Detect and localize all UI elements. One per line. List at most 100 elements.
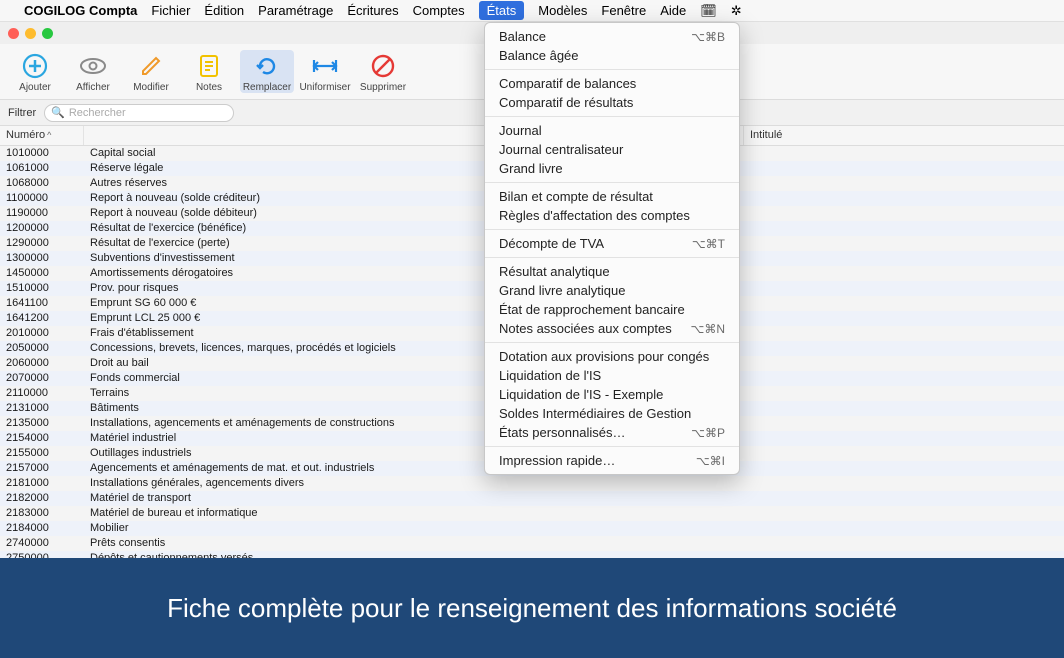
filter-label: Filtrer xyxy=(8,107,36,119)
cell-numero: 1290000 xyxy=(0,236,84,251)
cell-numero: 1510000 xyxy=(0,281,84,296)
tool-label: Remplacer xyxy=(243,82,291,93)
menu-item[interactable]: Journal xyxy=(485,121,739,140)
tool-modifier[interactable]: Modifier xyxy=(124,50,178,93)
zoom-button[interactable] xyxy=(42,28,53,39)
menu-ecritures[interactable]: Écritures xyxy=(347,3,398,18)
cell-numero: 1068000 xyxy=(0,176,84,191)
cell-libelle: Installations générales, agencements div… xyxy=(84,476,1064,491)
cell-libelle: Mobilier xyxy=(84,521,1064,536)
menu-item-label: Journal xyxy=(499,123,542,138)
menu-item-shortcut: ⌥⌘B xyxy=(691,30,725,44)
column-numero[interactable]: Numéro^ xyxy=(0,126,84,145)
tool-label: Ajouter xyxy=(19,82,51,93)
menu-item[interactable]: Dotation aux provisions pour congés xyxy=(485,347,739,366)
menu-edition[interactable]: Édition xyxy=(204,3,244,18)
menu-item-label: Grand livre analytique xyxy=(499,283,625,298)
caption-banner: Fiche complète pour le renseignement des… xyxy=(0,558,1064,658)
tool-label: Notes xyxy=(196,82,222,93)
menu-item-label: Grand livre xyxy=(499,161,563,176)
cell-numero: 1200000 xyxy=(0,221,84,236)
menu-item-label: Dotation aux provisions pour congés xyxy=(499,349,709,364)
cell-numero: 2183000 xyxy=(0,506,84,521)
cell-numero: 2010000 xyxy=(0,326,84,341)
menu-item-label: Notes associées aux comptes xyxy=(499,321,672,336)
cell-libelle: Prêts consentis xyxy=(84,536,1064,551)
tool-afficher[interactable]: Afficher xyxy=(66,50,120,93)
cell-numero: 1100000 xyxy=(0,191,84,206)
cell-numero: 2131000 xyxy=(0,401,84,416)
menu-comptes[interactable]: Comptes xyxy=(413,3,465,18)
cell-numero: 2050000 xyxy=(0,341,84,356)
cell-numero: 2184000 xyxy=(0,521,84,536)
menu-item-shortcut: ⌥⌘P xyxy=(691,426,725,440)
plus-icon xyxy=(19,50,51,82)
pencil-icon xyxy=(135,50,167,82)
gear-icon[interactable]: ✲ xyxy=(731,3,742,19)
menu-item[interactable]: Comparatif de résultats xyxy=(485,93,739,112)
cell-numero: 1641100 xyxy=(0,296,84,311)
cell-numero: 2157000 xyxy=(0,461,84,476)
table-row[interactable]: 2182000Matériel de transport xyxy=(0,491,1064,506)
menu-item[interactable]: Impression rapide…⌥⌘I xyxy=(485,451,739,470)
table-row[interactable]: 2181000Installations générales, agenceme… xyxy=(0,476,1064,491)
table-row[interactable]: 2184000Mobilier xyxy=(0,521,1064,536)
table-row[interactable]: 2183000Matériel de bureau et informatiqu… xyxy=(0,506,1064,521)
column-intitule[interactable]: Intitulé xyxy=(744,126,1064,145)
menu-item[interactable]: Comparatif de balances xyxy=(485,74,739,93)
tool-label: Afficher xyxy=(76,82,110,93)
cell-numero: 1641200 xyxy=(0,311,84,326)
minimize-button[interactable] xyxy=(25,28,36,39)
cell-numero: 2060000 xyxy=(0,356,84,371)
calendar-icon[interactable]: 🗓 xyxy=(700,3,717,19)
tool-notes[interactable]: Notes xyxy=(182,50,236,93)
window-controls xyxy=(8,28,53,39)
menu-item-shortcut: ⌥⌘N xyxy=(691,322,726,336)
tool-uniformiser[interactable]: Uniformiser xyxy=(298,50,352,93)
cell-numero: 1061000 xyxy=(0,161,84,176)
menubar: COGILOG Compta Fichier Édition Paramétra… xyxy=(0,0,1064,22)
menu-item[interactable]: Journal centralisateur xyxy=(485,140,739,159)
menu-item-label: Règles d'affectation des comptes xyxy=(499,208,690,223)
menu-modeles[interactable]: Modèles xyxy=(538,3,587,18)
cell-numero: 2135000 xyxy=(0,416,84,431)
menu-item-label: Bilan et compte de résultat xyxy=(499,189,653,204)
menu-etats[interactable]: États xyxy=(479,1,525,20)
menu-item[interactable]: État de rapprochement bancaire xyxy=(485,300,739,319)
menu-item[interactable]: États personnalisés…⌥⌘P xyxy=(485,423,739,442)
tool-label: Supprimer xyxy=(360,82,406,93)
cell-numero: 2740000 xyxy=(0,536,84,551)
cell-libelle: Matériel de bureau et informatique xyxy=(84,506,1064,521)
menu-item[interactable]: Liquidation de l'IS - Exemple xyxy=(485,385,739,404)
menu-item-label: Comparatif de résultats xyxy=(499,95,633,110)
table-row[interactable]: 2740000Prêts consentis xyxy=(0,536,1064,551)
menu-item[interactable]: Liquidation de l'IS xyxy=(485,366,739,385)
search-icon: 🔍 xyxy=(51,106,65,119)
menu-item[interactable]: Soldes Intermédiaires de Gestion xyxy=(485,404,739,423)
menu-item[interactable]: Décompte de TVA⌥⌘T xyxy=(485,234,739,253)
menu-item[interactable]: Grand livre xyxy=(485,159,739,178)
note-icon xyxy=(193,50,225,82)
tool-supprimer[interactable]: Supprimer xyxy=(356,50,410,93)
menu-parametrage[interactable]: Paramétrage xyxy=(258,3,333,18)
menu-item[interactable]: Notes associées aux comptes ⌥⌘N xyxy=(485,319,739,338)
menu-item[interactable]: Balance⌥⌘B xyxy=(485,27,739,46)
menu-item-label: Journal centralisateur xyxy=(499,142,623,157)
menu-item[interactable]: Résultat analytique xyxy=(485,262,739,281)
menu-fenetre[interactable]: Fenêtre xyxy=(601,3,646,18)
menu-item-label: Décompte de TVA xyxy=(499,236,604,251)
menu-fichier[interactable]: Fichier xyxy=(151,3,190,18)
close-button[interactable] xyxy=(8,28,19,39)
menu-item[interactable]: Bilan et compte de résultat xyxy=(485,187,739,206)
menu-item[interactable]: Grand livre analytique xyxy=(485,281,739,300)
cell-numero: 1450000 xyxy=(0,266,84,281)
cell-numero: 2181000 xyxy=(0,476,84,491)
menu-item[interactable]: Règles d'affectation des comptes xyxy=(485,206,739,225)
menu-item[interactable]: Balance âgée xyxy=(485,46,739,65)
menu-aide[interactable]: Aide xyxy=(660,3,686,18)
tool-remplacer[interactable]: Remplacer xyxy=(240,50,294,93)
tool-ajouter[interactable]: Ajouter xyxy=(8,50,62,93)
menu-app[interactable]: COGILOG Compta xyxy=(24,3,137,18)
cell-numero: 2154000 xyxy=(0,431,84,446)
search-input[interactable]: 🔍 Rechercher xyxy=(44,104,234,122)
